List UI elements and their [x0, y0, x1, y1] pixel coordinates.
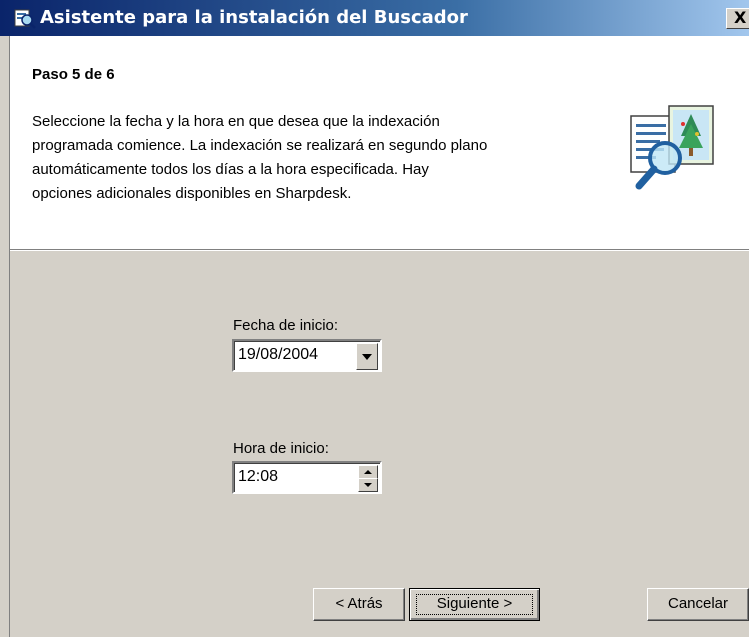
cancel-button[interactable]: Cancelar	[647, 588, 749, 621]
title-bar[interactable]: Asistente para la instalación del Buscad…	[0, 0, 749, 36]
time-increment-button[interactable]	[358, 465, 378, 479]
start-date-dropdown[interactable]: 19/08/2004	[232, 339, 382, 372]
start-time-stepper[interactable]: 12:08	[232, 461, 382, 494]
chevron-up-icon	[364, 470, 372, 474]
header-separator-highlight	[10, 250, 749, 251]
date-dropdown-button[interactable]	[356, 343, 378, 370]
app-icon	[14, 9, 36, 29]
time-decrement-button[interactable]	[358, 478, 378, 492]
next-button-label: Siguiente >	[436, 595, 513, 612]
start-time-label: Hora de inicio:	[233, 440, 329, 457]
chevron-down-icon	[364, 483, 372, 487]
installer-wizard-window: Asistente para la instalación del Buscad…	[0, 0, 749, 637]
start-date-label: Fecha de inicio:	[233, 317, 339, 334]
back-button[interactable]: < Atrás	[313, 588, 405, 621]
window-title: Asistente para la instalación del Buscad…	[40, 7, 468, 28]
step-indicator: Paso 5 de 6	[32, 66, 115, 83]
start-time-value: 12:08	[238, 468, 279, 485]
close-button[interactable]: X	[726, 8, 749, 29]
start-date-value: 19/08/2004	[238, 346, 319, 363]
back-button-label: < Atrás	[335, 595, 383, 612]
cancel-button-label: Cancelar	[667, 595, 729, 612]
description-line: automáticamente todos los días a la hora…	[32, 161, 429, 178]
chevron-down-icon	[362, 354, 372, 360]
step-description: Seleccione la fecha y la hora en que des…	[32, 110, 602, 206]
description-line: programada comience. La indexación se re…	[32, 137, 488, 154]
search-document-icon	[630, 105, 714, 190]
next-button[interactable]: Siguiente >	[409, 588, 540, 621]
description-line: Seleccione la fecha y la hora en que des…	[32, 113, 440, 130]
description-line: opciones adicionales disponibles en Shar…	[32, 185, 352, 202]
